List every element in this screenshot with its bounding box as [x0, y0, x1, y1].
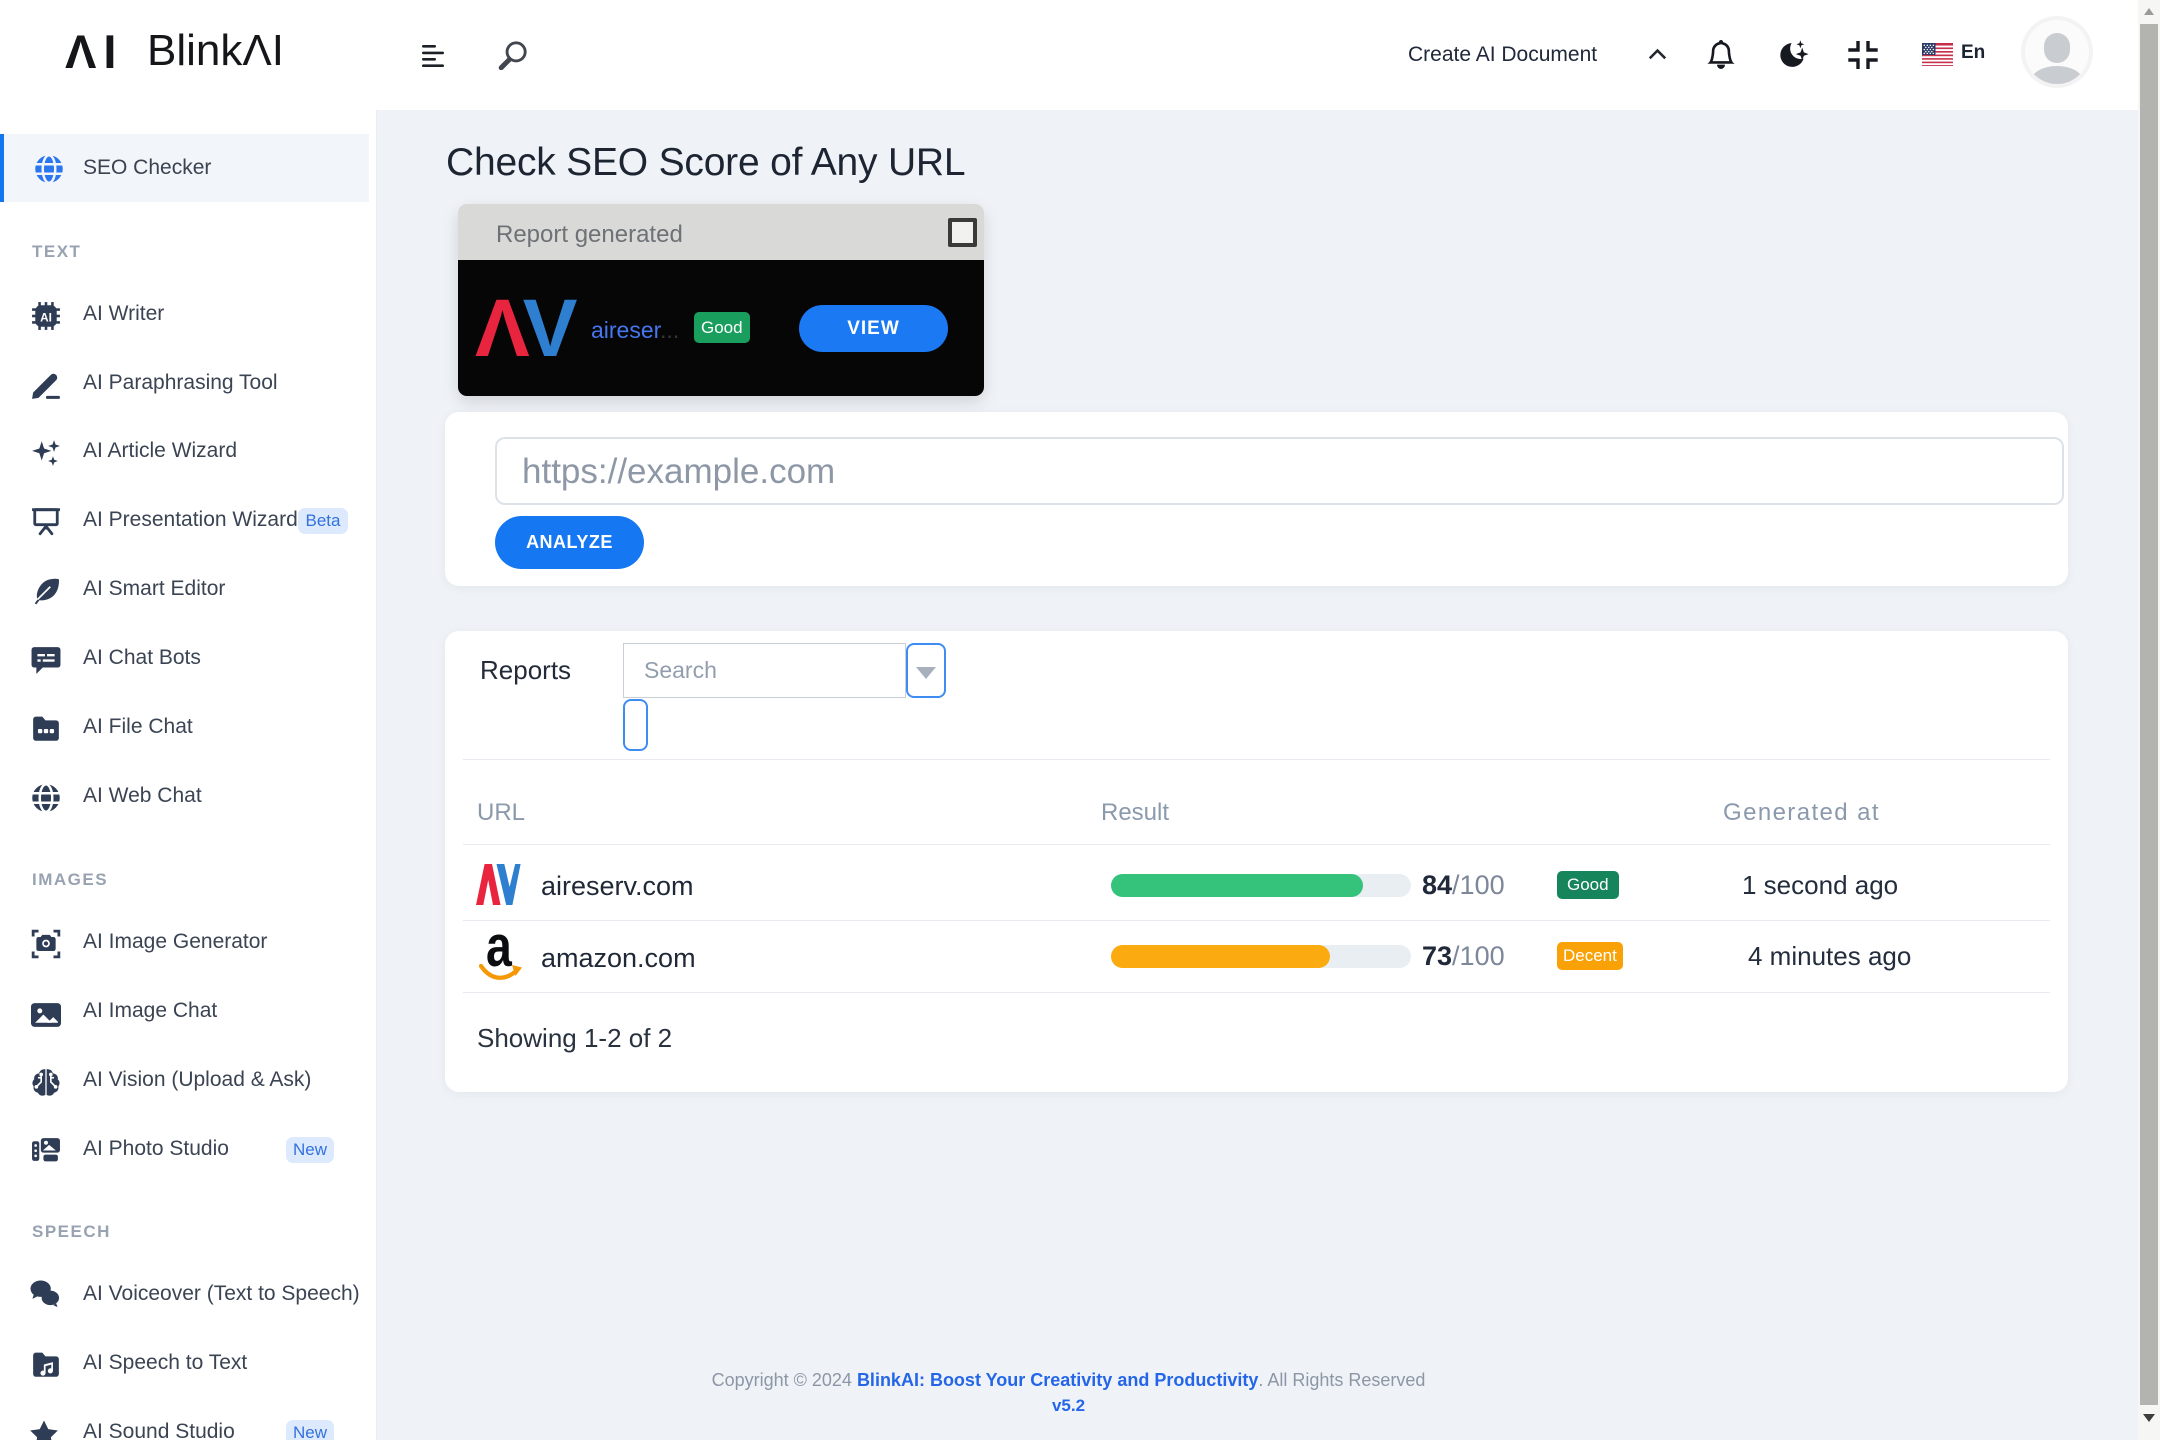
svg-text:AI: AI: [40, 311, 52, 324]
